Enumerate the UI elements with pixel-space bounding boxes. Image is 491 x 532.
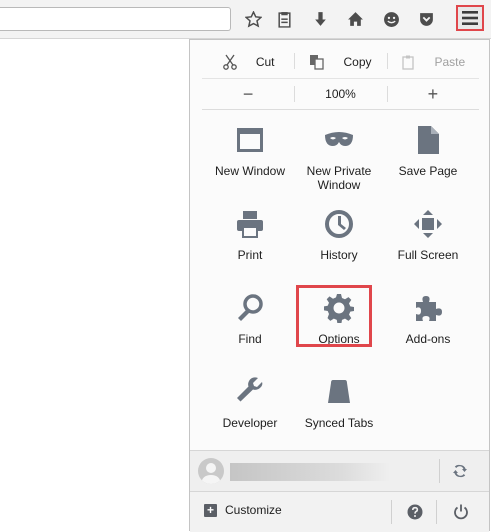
new-window-icon — [234, 124, 266, 156]
tile-label: Synced Tabs — [304, 416, 374, 430]
magnifier-icon — [234, 292, 266, 324]
power-icon[interactable] — [453, 504, 469, 520]
private-mask-icon — [323, 124, 355, 156]
full-screen-button[interactable]: Full Screen — [383, 204, 473, 278]
clock-icon — [323, 208, 355, 240]
tile-label: Add-ons — [405, 332, 451, 346]
edit-controls: Cut Copy Paste — [202, 46, 479, 79]
zoom-level: 100% — [325, 87, 356, 101]
paste-button[interactable]: Paste — [386, 46, 479, 78]
avatar — [198, 458, 224, 484]
developer-button[interactable]: Developer — [205, 372, 295, 446]
sync-refresh-icon[interactable] — [452, 463, 468, 479]
scissors-icon — [222, 54, 238, 70]
plus-icon: + — [204, 503, 217, 517]
divider — [436, 500, 437, 524]
save-page-icon — [412, 124, 444, 156]
tile-label: New Private Window — [307, 164, 372, 192]
options-button[interactable]: Options — [294, 285, 384, 362]
paste-label: Paste — [434, 55, 466, 69]
pocket-icon[interactable] — [414, 7, 438, 31]
clipboard-icon — [400, 54, 416, 70]
customize-button[interactable]: + Customize — [204, 503, 282, 517]
zoom-reset-button[interactable]: 100% — [294, 79, 386, 109]
hello-chat-icon[interactable] — [379, 7, 403, 31]
synced-tabs-icon — [323, 376, 355, 408]
wrench-icon — [234, 376, 266, 408]
zoom-controls: − 100% + — [202, 79, 479, 110]
plus-icon: + — [427, 84, 439, 104]
history-button[interactable]: History — [294, 204, 384, 278]
bookmark-star-icon[interactable] — [241, 7, 265, 31]
minus-icon: − — [242, 84, 254, 104]
zoom-in-button[interactable]: + — [386, 79, 479, 109]
copy-button[interactable]: Copy — [294, 46, 386, 78]
tile-label: Find — [238, 332, 262, 346]
save-page-button[interactable]: Save Page — [383, 120, 473, 194]
copy-icon — [309, 54, 325, 70]
zoom-out-button[interactable]: − — [202, 79, 294, 109]
tile-label: Save Page — [398, 164, 458, 178]
add-ons-button[interactable]: Add-ons — [383, 288, 473, 362]
find-button[interactable]: Find — [205, 288, 295, 362]
hamburger-icon — [462, 11, 478, 25]
synced-tabs-button[interactable]: Synced Tabs — [294, 372, 384, 446]
account-name-redacted — [230, 463, 390, 481]
puzzle-icon — [412, 292, 444, 324]
account-sync-row[interactable] — [190, 450, 489, 492]
tile-label: Full Screen — [397, 248, 459, 262]
printer-icon — [234, 208, 266, 240]
reading-list-icon[interactable] — [272, 7, 296, 31]
tile-label: Print — [237, 248, 263, 262]
divider — [391, 500, 392, 524]
fullscreen-icon — [412, 208, 444, 240]
new-window-button[interactable]: New Window — [205, 120, 295, 194]
print-button[interactable]: Print — [205, 204, 295, 278]
download-icon[interactable] — [308, 7, 332, 31]
search-bar[interactable] — [0, 7, 231, 31]
tile-label: History — [320, 248, 358, 262]
home-icon[interactable] — [343, 7, 367, 31]
help-icon[interactable] — [407, 504, 423, 520]
tile-label-text: New Private Window — [306, 164, 372, 192]
cut-button[interactable]: Cut — [202, 46, 294, 78]
tile-label: New Window — [214, 164, 286, 178]
customize-label: Customize — [225, 503, 282, 517]
tile-label: Options — [318, 332, 360, 346]
gear-icon — [323, 292, 355, 324]
copy-label: Copy — [343, 55, 372, 69]
divider — [439, 459, 440, 483]
tile-label: Developer — [222, 416, 278, 430]
browser-toolbar — [0, 0, 491, 39]
app-menu-panel: Cut Copy Paste − 100% + New Window New P… — [189, 39, 490, 532]
menu-footer: + Customize — [190, 492, 489, 532]
hamburger-menu-button[interactable] — [456, 5, 484, 31]
new-private-window-button[interactable]: New Private Window — [294, 120, 384, 194]
cut-label: Cut — [255, 55, 275, 69]
